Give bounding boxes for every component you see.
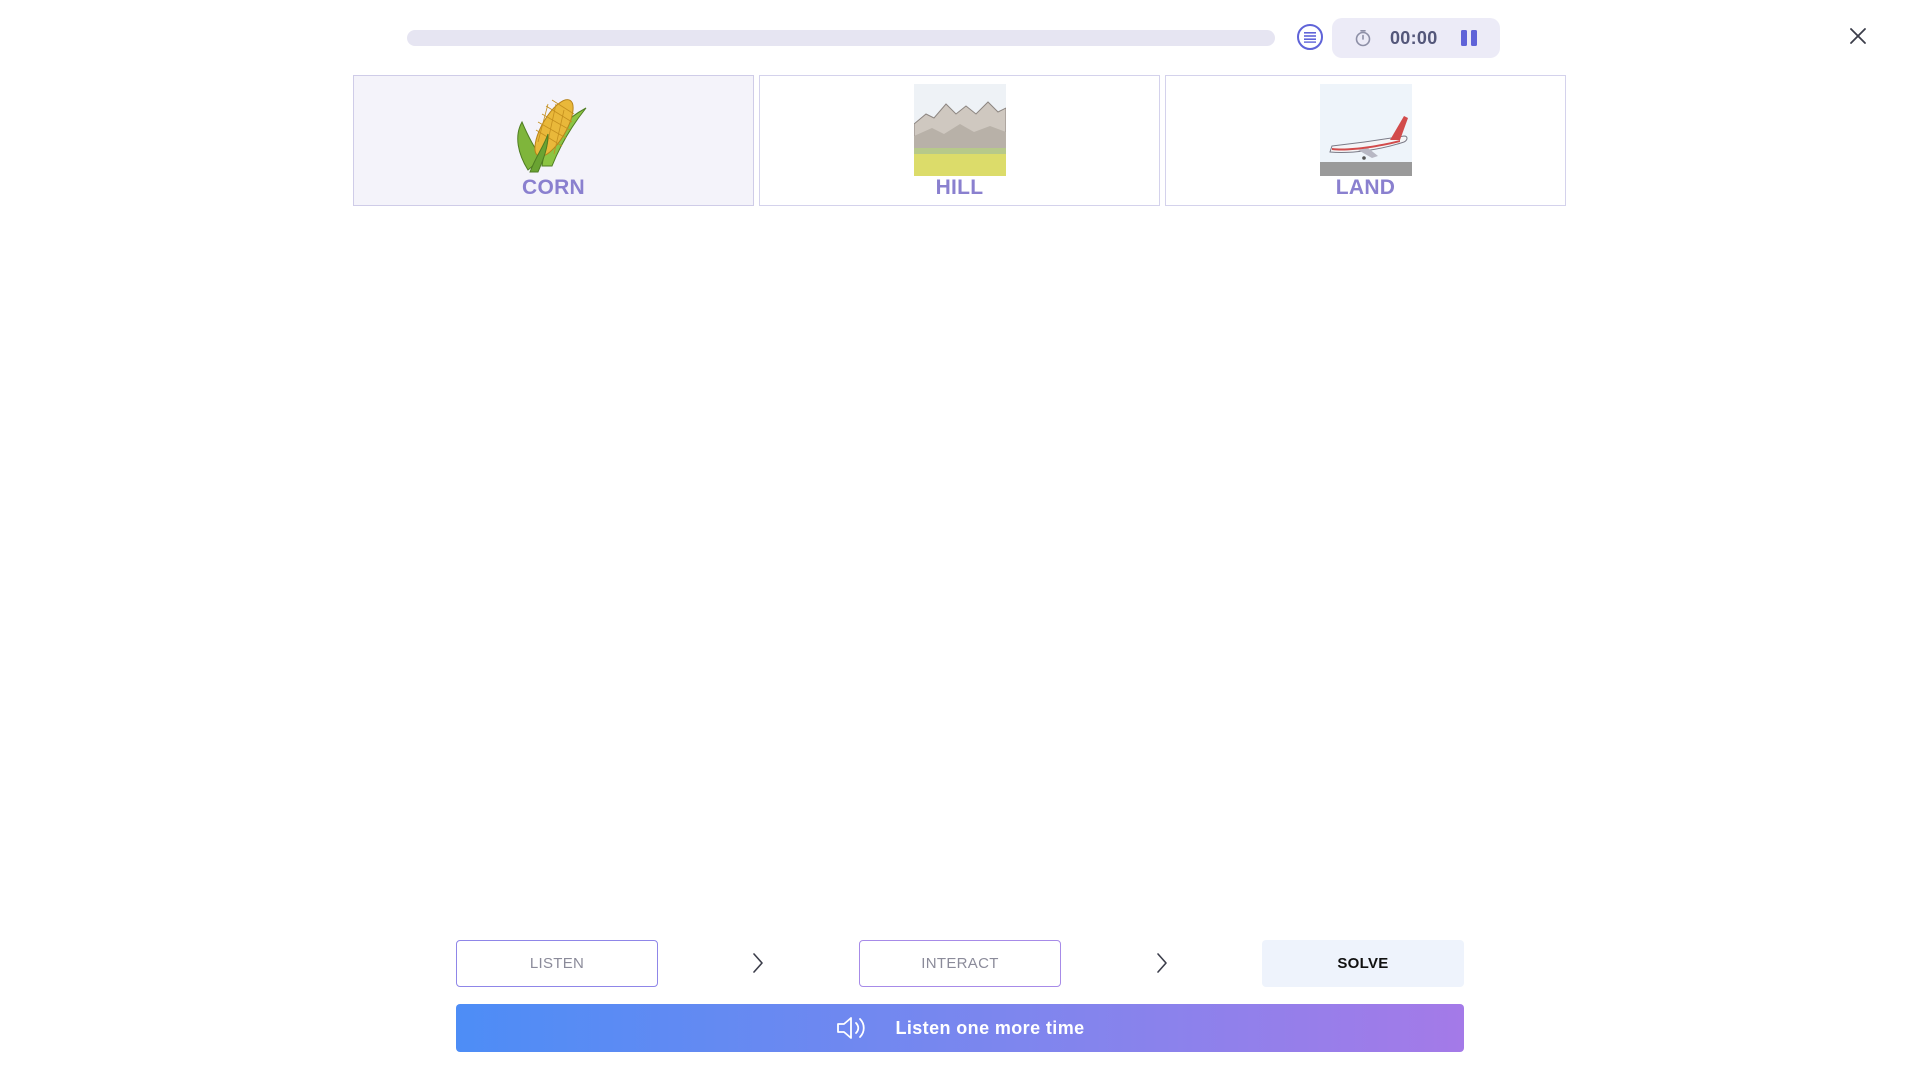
- answer-card-label: HILL: [935, 176, 984, 199]
- step-listen[interactable]: LISTEN: [456, 940, 658, 987]
- exercise-screen: 00:00 CORN HILL LAND LISTEN INTERACT SOL…: [0, 0, 1920, 1080]
- timer-panel: 00:00: [1332, 18, 1500, 58]
- chevron-right-icon: [1157, 953, 1167, 973]
- step-solve[interactable]: SOLVE: [1262, 940, 1464, 987]
- answer-card-label: LAND: [1335, 176, 1396, 199]
- close-icon: [1850, 28, 1866, 44]
- hill-image: [913, 84, 1006, 176]
- answer-card-hill[interactable]: HILL: [759, 75, 1160, 206]
- listen-again-label: Listen one more time: [895, 1017, 1085, 1038]
- listen-again-button[interactable]: Listen one more time: [456, 1004, 1464, 1052]
- corn-image: [516, 99, 586, 173]
- speaker-icon: [837, 1017, 866, 1039]
- progress-bar: [407, 30, 1275, 46]
- answer-card-label: CORN: [521, 176, 586, 199]
- close-button[interactable]: [1846, 24, 1870, 48]
- timer-readout: 00:00: [1390, 28, 1438, 48]
- answer-card-land[interactable]: LAND: [1165, 75, 1566, 206]
- answer-card-corn[interactable]: CORN: [353, 75, 754, 206]
- stopwatch-icon: [1355, 29, 1371, 47]
- pause-button[interactable]: [1458, 27, 1480, 49]
- step-interact[interactable]: INTERACT: [859, 940, 1061, 987]
- answer-cards: CORN HILL LAND: [353, 75, 1567, 208]
- chevron-right-icon: [753, 953, 763, 973]
- list-menu-icon: [1304, 32, 1316, 43]
- airplane-landing-image: [1319, 84, 1412, 176]
- menu-button[interactable]: [1297, 24, 1323, 50]
